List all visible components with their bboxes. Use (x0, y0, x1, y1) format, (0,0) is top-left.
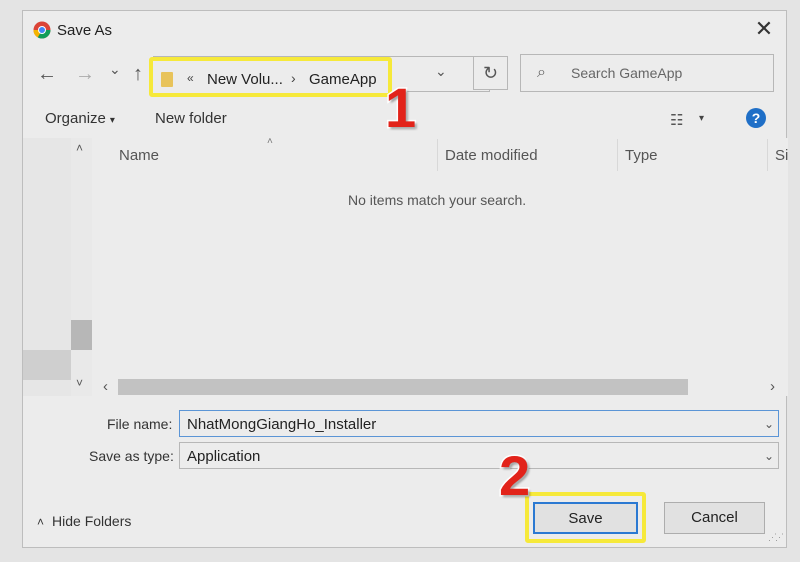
save-button[interactable]: Save (533, 502, 638, 534)
nav-scroll-down-icon[interactable]: ˅ (76, 376, 83, 390)
help-icon[interactable]: ? (746, 108, 766, 128)
breadcrumb-separator-icon[interactable]: › (291, 70, 296, 86)
breadcrumb-new-volume[interactable]: New Volu... (207, 71, 283, 88)
search-placeholder: Search GameApp (571, 65, 683, 81)
recent-locations-icon[interactable]: ⌄ (109, 61, 121, 78)
empty-message: No items match your search. (348, 192, 527, 208)
sort-ascending-icon: ˄ (267, 136, 273, 147)
close-button[interactable]: ✕ (742, 13, 786, 45)
organize-caret-icon: ▾ (109, 115, 115, 126)
search-box[interactable]: ⌕ Search GameApp (520, 54, 774, 92)
folder-icon (161, 72, 173, 87)
navigation-pane-scrollbar[interactable] (71, 138, 92, 396)
organize-label: Organize (45, 110, 106, 127)
forward-arrow-icon[interactable]: → (75, 63, 95, 86)
column-name[interactable]: Name (119, 147, 159, 164)
hide-folders-toggle[interactable]: ˄ Hide Folders (37, 513, 131, 529)
file-list[interactable] (93, 138, 788, 378)
step-2-marker: 2 (497, 443, 531, 509)
save-as-dialog: Save As ✕ ← → ⌄ ↑ ⌄ ↻ ⌕ Search GameApp «… (22, 10, 788, 548)
navigation-pane-scroll-thumb[interactable] (71, 320, 92, 350)
up-arrow-icon[interactable]: ↑ (133, 63, 143, 86)
horizontal-scroll-thumb[interactable] (118, 379, 688, 395)
file-name-field[interactable]: NhatMongGiangHo_Installer ⌄ (179, 410, 779, 437)
save-as-type-select[interactable]: Application ⌄ (179, 442, 779, 469)
address-dropdown-icon[interactable]: ⌄ (435, 63, 447, 80)
column-type[interactable]: Type (625, 147, 658, 164)
title-bar: Save As ✕ (23, 11, 786, 47)
save-as-type-dropdown-icon[interactable]: ⌄ (764, 449, 774, 463)
save-as-type-label: Save as type: (89, 448, 174, 464)
view-options-icon[interactable]: ☷ (670, 111, 683, 129)
refresh-button[interactable]: ↻ (473, 56, 508, 90)
column-date-modified[interactable]: Date modified (445, 147, 538, 164)
file-name-dropdown-icon[interactable]: ⌄ (764, 417, 774, 431)
file-name-label: File name: (107, 416, 173, 432)
organize-menu[interactable]: Organize ▾ (45, 110, 115, 127)
column-divider[interactable] (617, 139, 618, 171)
chrome-icon (33, 21, 51, 39)
scroll-right-icon[interactable]: › (770, 378, 775, 395)
scroll-left-icon[interactable]: ‹ (103, 378, 108, 395)
save-as-type-value: Application (187, 448, 261, 465)
file-name-value: NhatMongGiangHo_Installer (187, 416, 377, 433)
resize-grip-icon[interactable]: ⋰⋰ (768, 532, 784, 543)
column-size[interactable]: Si (775, 147, 788, 164)
search-icon: ⌕ (537, 64, 546, 81)
step-1-marker: 1 (383, 75, 417, 141)
nav-scroll-up-icon[interactable]: ˄ (76, 141, 83, 155)
column-divider[interactable] (767, 139, 768, 171)
column-divider[interactable] (437, 139, 438, 171)
breadcrumb[interactable]: « New Volu... › GameApp (149, 57, 392, 97)
view-options-caret-icon[interactable]: ▾ (699, 113, 704, 124)
hide-folders-caret-icon: ˄ (37, 515, 45, 529)
back-arrow-icon[interactable]: ← (37, 63, 57, 86)
new-folder-button[interactable]: New folder (155, 110, 227, 127)
breadcrumb-overflow-icon[interactable]: « (187, 71, 194, 85)
window-title: Save As (57, 22, 113, 39)
cancel-button[interactable]: Cancel (664, 502, 765, 534)
hide-folders-label: Hide Folders (52, 513, 132, 529)
navigation-pane-selected-item[interactable] (23, 350, 71, 380)
breadcrumb-gameapp[interactable]: GameApp (309, 71, 377, 88)
